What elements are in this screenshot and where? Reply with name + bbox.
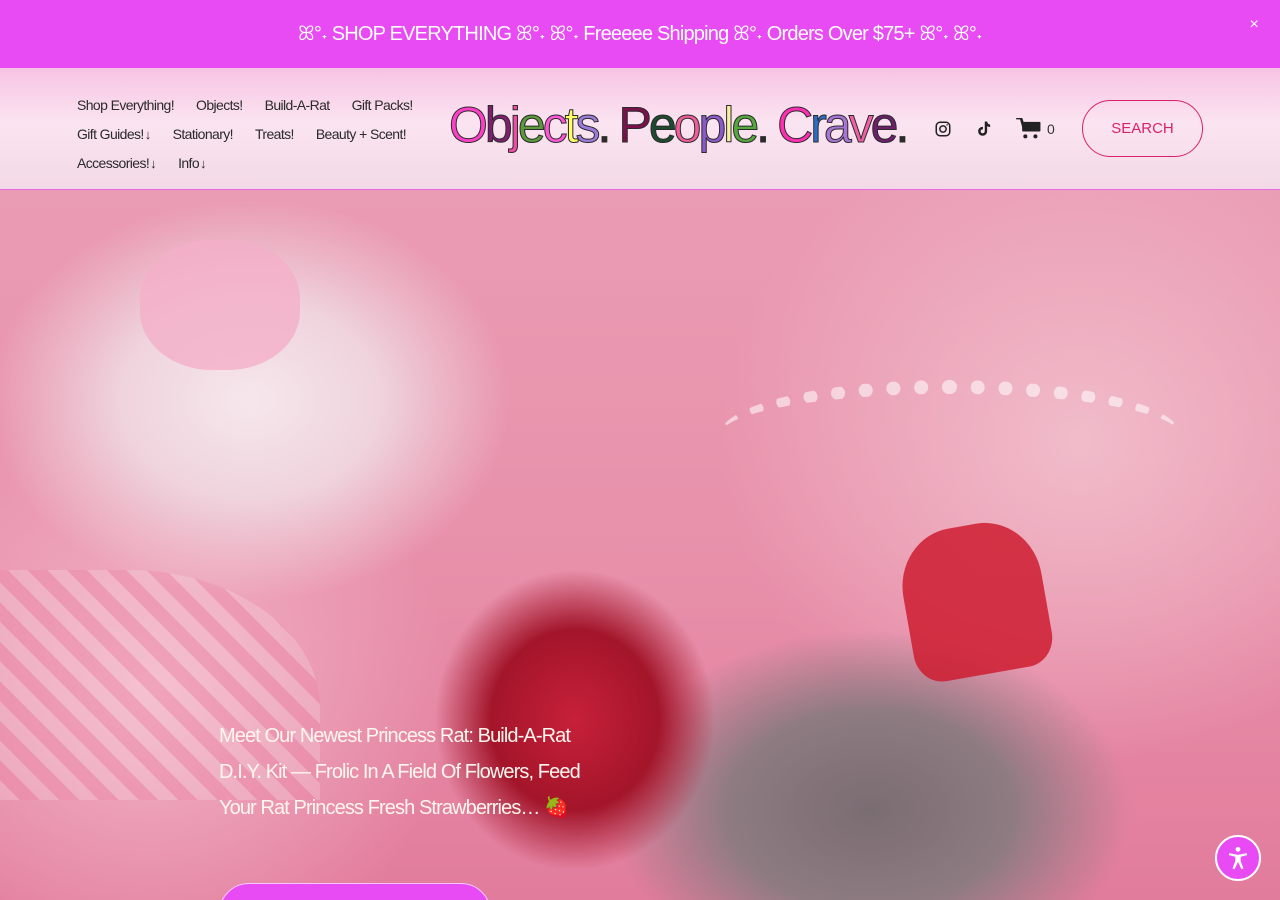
search-button[interactable]: SEARCH [1082,100,1203,157]
logo-letter: P [618,97,652,154]
logo-letter: O [449,97,489,154]
logo-letter: l [723,97,735,154]
cart-count: 0 [1047,121,1055,137]
nav-gift-packs[interactable]: Gift Packs! [352,97,414,113]
logo-letter: s [575,97,601,154]
logo-letter: C [777,97,814,154]
nav-row-2: Gift Guides!↓ Stationary! Treats! Beauty… [77,119,427,148]
announcement-text[interactable]: ꕤ°˖ SHOP EVERYTHING ꕤ°˖ ꕤ°˖ Freeeee Ship… [298,23,983,46]
nav-build-a-rat[interactable]: Build-A-Rat [265,97,331,113]
chevron-down-icon: ↓ [150,155,157,171]
logo-letter: c [542,97,568,154]
close-icon[interactable]: × [1249,16,1258,34]
logo-letter: e [731,97,760,154]
nav-row-1: Shop Everything! Objects! Build-A-Rat Gi… [77,90,427,119]
header-icons: 0 [934,118,1055,140]
chevron-down-icon: ↓ [200,155,206,171]
logo-letter: . [597,97,612,154]
logo-letter: . [895,97,910,154]
nav-info[interactable]: Info↓ [178,155,206,171]
hero-banner: Meet Our Newest Princess Rat: Build-A-Ra… [0,190,1280,900]
logo-letter: e [648,97,677,154]
accessibility-button[interactable] [1215,835,1261,881]
logo-letter: b [484,97,513,154]
nav-info-label: Info [178,154,200,171]
logo-letter: . [756,97,771,154]
logo-letter [767,96,777,154]
logo-letter [608,96,618,154]
logo-letter: t [564,97,579,154]
main-nav: Shop Everything! Objects! Build-A-Rat Gi… [77,90,427,177]
hero-image-tiara [720,380,1180,490]
cart-button[interactable]: 0 [1016,118,1055,140]
site-logo[interactable]: Objects. People. Crave. [449,90,910,160]
nav-stationary[interactable]: Stationary! [173,126,234,142]
tiktok-icon[interactable] [975,120,993,138]
hero-image-bunny-bow [140,240,300,370]
logo-letter: e [517,97,546,154]
logo-letter: v [848,97,874,154]
nav-accessories[interactable]: Accessories!↓ [77,154,157,171]
nav-shop-everything[interactable]: Shop Everything! [77,97,175,113]
accessibility-icon [1228,846,1248,870]
announcement-bar: ꕤ°˖ SHOP EVERYTHING ꕤ°˖ ꕤ°˖ Freeeee Ship… [0,0,1280,68]
cart-icon [1016,118,1041,139]
nav-treats[interactable]: Treats! [255,126,294,142]
nav-gift-guides[interactable]: Gift Guides!↓ [77,126,151,142]
logo-letter: o [673,97,702,154]
logo-letter: e [870,97,899,154]
nav-beauty-scent[interactable]: Beauty + Scent! [316,126,407,142]
hero-image-red-bow [893,513,1057,687]
nav-gift-guides-label: Gift Guides! [77,125,144,142]
instagram-icon[interactable] [934,120,952,138]
logo-letter: j [509,97,521,154]
hero-caption: Meet Our Newest Princess Rat: Build-A-Ra… [219,725,581,819]
logo-letter: r [810,97,828,154]
nav-accessories-label: Accessories! [77,154,150,171]
site-header: Shop Everything! Objects! Build-A-Rat Gi… [0,68,1280,190]
nav-row-3: Accessories!↓ Info↓ [77,148,427,177]
logo-letter: p [698,97,727,154]
hero-cta-button[interactable] [219,883,491,900]
nav-objects[interactable]: Objects! [196,97,243,113]
logo-letter: a [823,97,852,154]
chevron-down-icon: ↓ [144,126,151,142]
